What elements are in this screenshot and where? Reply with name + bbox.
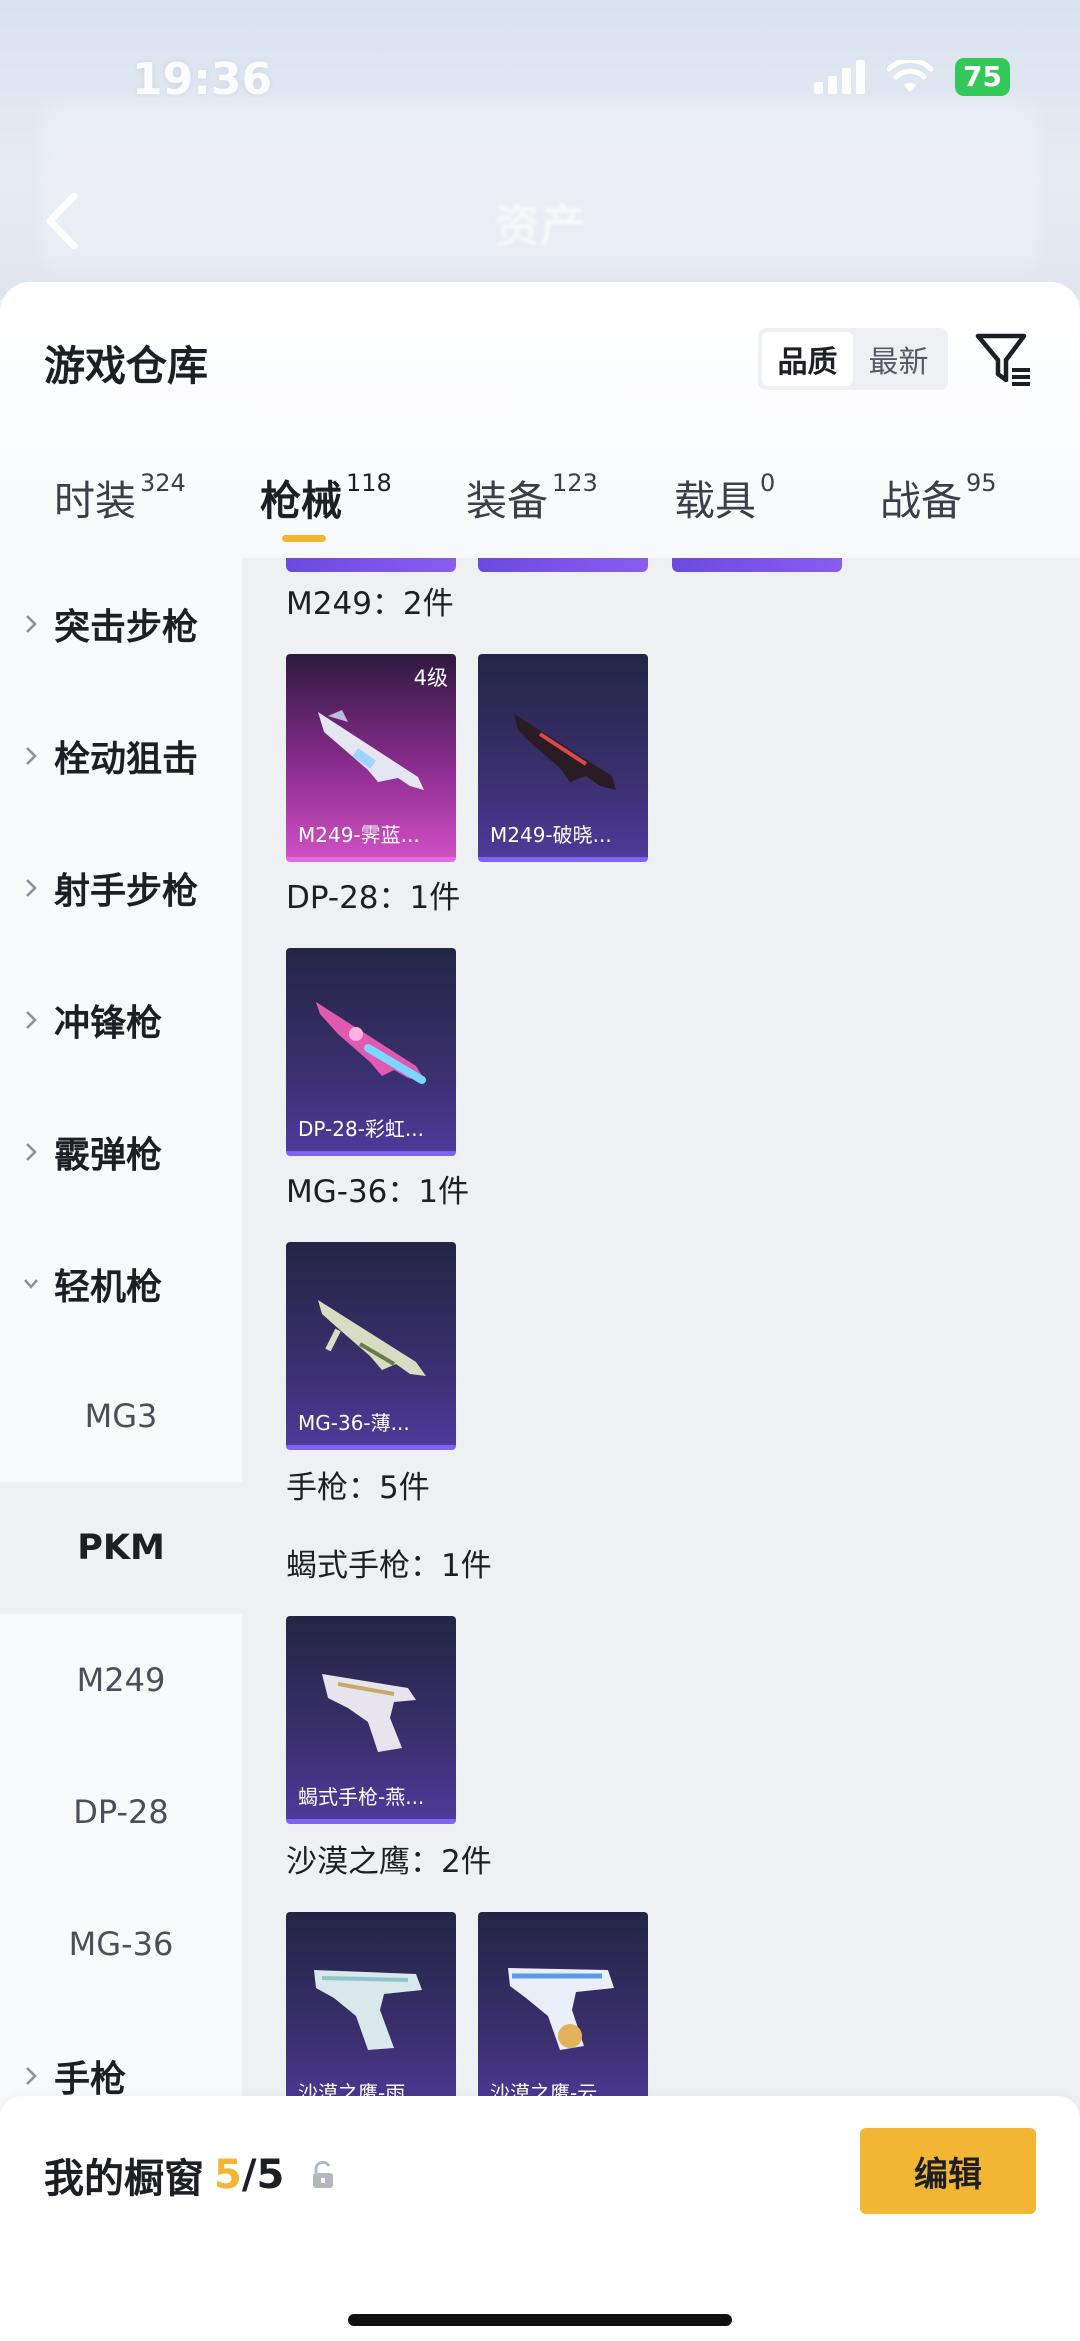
tab-count: 123: [552, 469, 598, 497]
tab-battle-gear[interactable]: 战备 95: [880, 467, 997, 527]
weapon-skin-card[interactable]: 沙漠之鹰-雨...: [286, 1912, 456, 2120]
sort-option-quality[interactable]: 品质: [762, 332, 853, 386]
group-label: 蝎式手枪：1件: [286, 1548, 492, 1584]
showcase-separator: /: [241, 2152, 257, 2198]
panel-title: 游戏仓库: [44, 342, 208, 390]
group-label: 沙漠之鹰：2件: [286, 1844, 492, 1880]
subcategory-mg3[interactable]: MG3: [0, 1350, 242, 1482]
weapon-skin-card[interactable]: DP-28-彩虹...: [286, 948, 456, 1156]
weapon-skin-card[interactable]: 沙漠之鹰-云...: [478, 1912, 648, 2120]
rifle-skin-icon: [514, 714, 616, 790]
warehouse-panel: 游戏仓库 品质 最新 时装 324 枪械 118 装备 123 载具 0 战备 …: [0, 282, 1080, 2341]
card-edge-top: [478, 558, 648, 572]
pistol-skin-icon: [508, 1968, 614, 2050]
tab-label: 枪械: [260, 477, 342, 525]
tab-label: 时装: [54, 477, 136, 525]
chevron-down-icon: [24, 1279, 38, 1289]
category-lmg[interactable]: 轻机枪: [0, 1218, 242, 1350]
tab-equipment[interactable]: 装备 123: [466, 467, 598, 527]
group-label: MG-36：1件: [286, 1174, 470, 1210]
rifle-skin-icon: [318, 1300, 426, 1376]
weapon-grid: M249：2件 4级 M249-霁蓝... M249-破晓... DP-28：1…: [242, 558, 1080, 2341]
home-indicator: [348, 2314, 732, 2326]
rifle-skin-icon: [316, 1002, 426, 1084]
group-label: M249：2件: [286, 586, 454, 622]
category-label: 栓动狙击: [54, 739, 199, 780]
edit-button[interactable]: 编辑: [860, 2128, 1036, 2214]
tab-firearms[interactable]: 枪械 118: [260, 467, 392, 527]
page-title: 资产: [494, 199, 586, 253]
card-name: DP-28-彩虹...: [298, 1117, 424, 1141]
showcase-bar: 我的橱窗 5 / 5 编辑: [0, 2096, 1080, 2341]
wifi-icon: [887, 60, 934, 92]
tab-count: 0: [760, 469, 776, 497]
pistol-skin-icon: [322, 1674, 416, 1752]
rifle-skin-icon: [318, 710, 424, 790]
app-header-background: 19:36 75 资产: [0, 0, 1080, 300]
tab-label: 载具: [674, 477, 756, 525]
card-edge-top: [672, 558, 842, 572]
status-time: 19:36: [132, 54, 273, 105]
category-bolt-sniper[interactable]: 栓动狙击: [0, 690, 242, 822]
chevron-right-icon: [26, 615, 37, 633]
cellular-signal-icon: [814, 60, 866, 94]
category-assault-rifle[interactable]: 突击步枪: [0, 558, 242, 690]
card-name: M249-霁蓝...: [298, 823, 420, 847]
showcase-used-count: 5: [214, 2152, 242, 2198]
active-tab-indicator: [282, 535, 326, 542]
pistol-skin-icon: [314, 1970, 422, 2050]
chevron-right-icon: [26, 1143, 37, 1161]
sort-toggle: 品质 最新: [758, 328, 948, 390]
tab-fashion[interactable]: 时装 324: [54, 467, 186, 527]
subcategory-mg36[interactable]: MG-36: [0, 1878, 242, 2010]
category-label: 冲锋枪: [54, 1003, 163, 1044]
category-label: 手枪: [54, 2059, 127, 2100]
category-label: 霰弹枪: [54, 1135, 163, 1176]
weapon-skin-card[interactable]: M249-破晓...: [478, 654, 648, 862]
category-label: 轻机枪: [54, 1267, 163, 1308]
subcategory-m249[interactable]: M249: [0, 1614, 242, 1746]
weapon-skin-card[interactable]: MG-36-薄...: [286, 1242, 456, 1450]
category-shotgun[interactable]: 霰弹枪: [0, 1086, 242, 1218]
card-name: M249-破晓...: [490, 823, 612, 847]
category-tabs: 时装 324 枪械 118 装备 123 载具 0 战备 95: [0, 467, 1080, 557]
showcase-label: 我的橱窗: [44, 2156, 204, 2202]
chevron-right-icon: [26, 1011, 37, 1029]
tab-vehicles[interactable]: 载具 0: [674, 467, 775, 527]
card-name: 蝎式手枪-燕...: [298, 1785, 425, 1809]
weapon-skin-card[interactable]: 4级 M249-霁蓝...: [286, 654, 456, 862]
tab-label: 战备: [880, 477, 962, 525]
category-label: 突击步枪: [54, 607, 199, 648]
tab-count: 95: [966, 469, 997, 497]
unlock-icon: [313, 2160, 334, 2188]
category-label: 射手步枪: [54, 871, 199, 912]
subcategory-pkm[interactable]: PKM: [0, 1482, 242, 1614]
weapon-skin-card[interactable]: 蝎式手枪-燕...: [286, 1616, 456, 1824]
group-label: 手枪：5件: [286, 1470, 430, 1506]
subcategory-dp28[interactable]: DP-28: [0, 1746, 242, 1878]
chevron-right-icon: [26, 747, 37, 765]
chevron-right-icon: [26, 879, 37, 897]
category-smg[interactable]: 冲锋枪: [0, 954, 242, 1086]
showcase-summary: 我的橱窗 5 / 5: [44, 2146, 336, 2204]
tab-label: 装备: [466, 477, 548, 525]
chevron-right-icon: [26, 2067, 37, 2085]
sort-option-newest[interactable]: 最新: [853, 332, 944, 386]
status-indicators: 75: [814, 58, 1010, 96]
weapon-category-list: 突击步枪 栓动狙击 射手步枪 冲锋枪 霰弹枪 轻机枪 MG3 PKM M249 …: [0, 558, 242, 2341]
showcase-total-count: 5: [256, 2152, 285, 2198]
card-name: MG-36-薄...: [298, 1411, 410, 1435]
filter-icon[interactable]: [974, 330, 1034, 390]
group-label: DP-28：1件: [286, 880, 461, 916]
category-marksman-rifle[interactable]: 射手步枪: [0, 822, 242, 954]
panel-header: 游戏仓库 品质 最新 时装 324 枪械 118 装备 123 载具 0 战备 …: [0, 282, 1080, 558]
tab-count: 324: [140, 469, 186, 497]
tab-count: 118: [346, 469, 392, 497]
battery-indicator: 75: [955, 58, 1010, 96]
card-edge-top: [286, 558, 456, 572]
